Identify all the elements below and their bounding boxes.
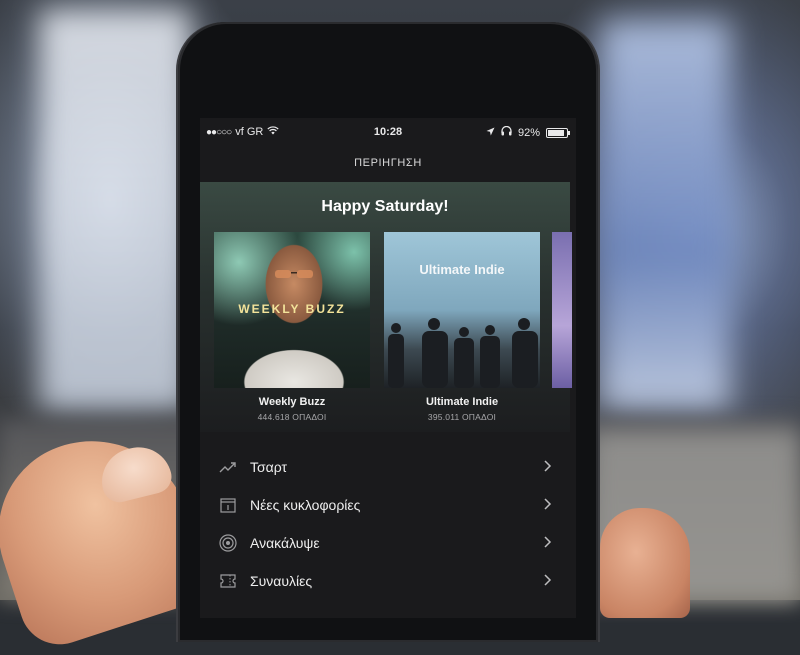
menu-item-label: Συναυλίες: [250, 573, 313, 589]
cover-title: Ultimate Indie: [419, 262, 505, 277]
playlist-card-weekly-buzz[interactable]: WEEKLY BUZZ Weekly Buzz 444.618 ΟΠΑΔΟΙ: [214, 232, 370, 422]
trending-icon: [218, 457, 238, 477]
next-playlist-peek[interactable]: [552, 232, 572, 388]
location-icon: [486, 127, 495, 139]
chevron-right-icon: [544, 459, 552, 475]
background-monitor-right: [600, 20, 730, 410]
chevron-right-icon: [544, 573, 552, 589]
sunglasses-graphic: [275, 270, 313, 278]
playlist-card-ultimate-indie[interactable]: Ultimate Indie Ultimate Indie 395.011 ΟΠ…: [384, 232, 540, 422]
page-title: ΠΕΡΙΗΓΗΣΗ: [354, 157, 422, 169]
featured-heading: Happy Saturday!: [321, 198, 449, 215]
menu-item-label: Τσαρτ: [250, 459, 288, 475]
menu-item-concerts[interactable]: Συναυλίες: [200, 562, 576, 600]
cover-title: WEEKLY BUZZ: [238, 302, 346, 316]
playlist-cover[interactable]: WEEKLY BUZZ: [214, 232, 370, 388]
discover-icon: [218, 533, 238, 553]
menu-item-label: Νέες κυκλοφορίες: [250, 497, 361, 513]
playlist-followers: 444.618 ΟΠΑΔΟΙ: [257, 412, 327, 422]
chevron-right-icon: [544, 497, 552, 513]
menu-item-new-releases[interactable]: Νέες κυκλοφορίες: [200, 486, 576, 524]
status-bar: ●●○○○ vf GR 10:28 92%: [200, 125, 576, 144]
ticket-icon: [218, 571, 238, 591]
hand-finger: [600, 508, 690, 618]
playlist-name: Weekly Buzz: [258, 396, 326, 408]
battery-icon: [546, 127, 570, 138]
calendar-icon: [218, 495, 238, 515]
battery-percent: 92%: [517, 126, 540, 139]
playlist-followers: 395.011 ΟΠΑΔΟΙ: [427, 412, 497, 422]
browse-menu: Τσαρτ Νέες κυκλοφορίες Ανακάλυψε Συναυλί…: [200, 448, 576, 600]
chevron-right-icon: [544, 535, 552, 551]
menu-item-label: Ανακάλυψε: [250, 535, 320, 551]
background-monitor: [40, 10, 190, 410]
headphones-icon: [501, 125, 512, 139]
playlist-cover[interactable]: Ultimate Indie: [384, 232, 540, 388]
band-silhouettes: [388, 318, 538, 388]
menu-item-discover[interactable]: Ανακάλυψε: [200, 524, 576, 562]
phone-screen: ●●○○○ vf GR 10:28 92% ΠΕΡΙΗΓΗΣΗ Happy Sa…: [200, 118, 576, 618]
phone-device: ●●○○○ vf GR 10:28 92% ΠΕΡΙΗΓΗΣΗ Happy Sa…: [178, 22, 598, 642]
playlist-name: Ultimate Indie: [425, 396, 499, 408]
menu-item-charts[interactable]: Τσαρτ: [200, 448, 576, 486]
featured-section: Happy Saturday! WEEKLY BUZZ Weekly Buzz …: [200, 182, 572, 432]
